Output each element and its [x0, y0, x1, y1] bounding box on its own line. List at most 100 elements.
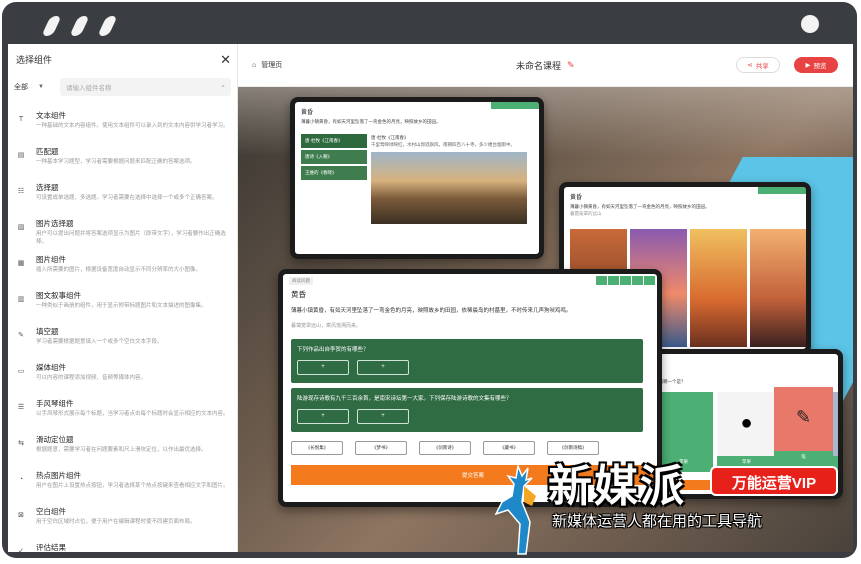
filter-row: 全部 ▼ 请输入组件名称 ⌕ — [8, 76, 237, 98]
component-toolbar — [596, 276, 655, 285]
tablet-subtext: 暮霭笼罩的远山 — [570, 211, 602, 216]
tab-item[interactable]: 王维的《春晓》 — [301, 166, 367, 180]
component-item[interactable]: ✎ 填空题 学习者需要根据题意填入一个或多个空白文本字段。 — [8, 322, 237, 358]
question-block: 陆游现存诗歌有九千三百余首，是南宋诗坛第一大家。下列保存陆游诗歌的文集有哪些？ … — [291, 388, 643, 432]
component-title: 手风琴组件 — [36, 399, 74, 408]
component-icon: ▥ — [17, 296, 25, 303]
component-text: 空白组件用于空白区域时占位，便于用户在编辑课程时使不同建页面布局。 — [36, 506, 231, 534]
component-desc: 用户在图片上设置热点按钮，学习者选择某个热点按键来查看相应文字和图片。 — [36, 483, 229, 489]
question-text: 陆游现存诗歌有九千三百余首，是南宋诗坛第一大家。下列保存陆游诗歌的文集有哪些？ — [297, 396, 512, 402]
blank-slot[interactable]: + — [357, 409, 409, 424]
component-item[interactable]: ⊠ 空白组件 用于空白区域时占位，便于用户在编辑课程时使不同建页面布局。 — [8, 502, 237, 538]
component-desc: 用于空白区域时占位，便于用户在编辑课程时使不同建页面布局。 — [36, 519, 196, 525]
component-text: 评估结果学习者完成所有评估后，系统会给出评估结果。 — [36, 542, 231, 552]
component-title: 图片组件 — [36, 255, 66, 264]
landscape-image — [371, 152, 527, 224]
panel-title: 选择组件 — [16, 54, 53, 65]
close-icon[interactable]: ✕ — [220, 53, 231, 66]
component-icon: ✓ — [18, 548, 24, 552]
search-placeholder: 请输入组件名称 — [66, 85, 112, 92]
component-item[interactable]: T 文本组件 一种基础的文本内容组件。使用文本组件可以录入到的文本内容供学习者学习。 — [8, 106, 237, 142]
tab-content-title: 唐·杜牧《江南春》 — [371, 135, 409, 140]
watermark-subtitle: 新媒体运营人都在用的工具导航 — [552, 512, 763, 530]
blank-slot[interactable]: + — [297, 409, 349, 424]
move-icon[interactable] — [608, 276, 619, 285]
gallery-image[interactable] — [690, 229, 747, 347]
gallery-image[interactable] — [750, 229, 806, 347]
component-desc: 可以内容的课程添加视频、音频等媒体内容。 — [36, 375, 147, 381]
search-icon: ⌕ — [221, 83, 225, 90]
edit-icon[interactable] — [632, 276, 643, 285]
component-title: 空白组件 — [36, 507, 66, 516]
chevron-down-icon: ▼ — [38, 84, 44, 90]
component-icon: ▭ — [17, 368, 25, 375]
component-icon: ⇆ — [18, 440, 24, 447]
component-text: 填空题 学习者需要根据题意填入一个或多个空白文本字段。 — [36, 326, 231, 354]
share-label: 共享 — [755, 63, 769, 70]
preview-button[interactable]: ▶ 预览 — [794, 57, 838, 73]
component-item[interactable]: ⇆ 滑动定位题 根据题意，需要学习者在问题要素和尺上滑块定位，以作出最优选择。 — [8, 430, 237, 466]
delete-icon[interactable] — [644, 276, 655, 285]
blank-slot[interactable]: + — [297, 360, 349, 375]
tab-list: 唐·杜牧《江南春》 唐诗《入朝》 王维的《春晓》 — [301, 134, 367, 182]
tab-item[interactable]: 唐诗《入朝》 — [301, 150, 367, 164]
category-select[interactable]: 全部 ▼ — [14, 82, 54, 92]
tablet-subtext: 暮蔼笼罩远山，乘风落溯而来。 — [291, 323, 362, 329]
option-chip[interactable]: 《长恨集》 — [291, 441, 343, 455]
tablet-screen: 黄昏 薄暮小镇黄昏，有如天河里坠落了一弯金色的月亮，映照故乡的田园。 唐·杜牧《… — [295, 102, 539, 254]
component-icon: ☰ — [17, 404, 25, 411]
component-item[interactable]: ▧ 图片选择题 用户可以提出问题并将答案选项显示为图片（即带文字），学习者要作出正确… — [8, 214, 237, 250]
component-text: 选择题 可设置成单选题、多选题。学习者需要在选择中选择一个或多个正确答案。 — [36, 182, 231, 210]
component-desc: 可设置成单选题、多选题。学习者需要在选择中选择一个或多个正确答案。 — [36, 195, 218, 201]
share-button[interactable]: ⋖ 共享 — [736, 57, 780, 73]
edit-icon[interactable]: ✎ — [567, 60, 575, 71]
home-link[interactable]: ⌂ 管理页 — [252, 60, 282, 70]
tablet-title: 黄昏 — [291, 290, 306, 299]
question-text: 下列哪一个是？ — [654, 379, 686, 384]
pencil-card[interactable]: ✎ 笔 — [774, 387, 833, 467]
component-panel: 选择组件 ✕ 全部 ▼ 请输入组件名称 ⌕ T 文本组件 一种基础的文本内容组件。使… — [8, 44, 238, 552]
question-text: 下列作品出自李贺的有哪些？ — [297, 347, 369, 353]
tab-item[interactable]: 唐·杜牧《江南春》 — [301, 134, 367, 148]
component-item[interactable]: ☷ 选择题 可设置成单选题、多选题。学习者需要在选择中选择一个或多个正确答案。 — [8, 178, 237, 214]
component-item[interactable]: ▤ 匹配题一种基本学习题型，学习者需要根据问题来匹配正确的答案选项。 — [8, 142, 237, 178]
answer-card[interactable]: ● 苹果 — [717, 392, 776, 472]
course-title[interactable]: 未命名课程 ✎ — [516, 59, 575, 72]
option-chip[interactable]: 《梦书》 — [355, 441, 407, 455]
component-title: 匹配题 — [36, 147, 59, 156]
component-desc: 一种基础的文本内容组件。使用文本组件可以录入到的文本内容供学习者学习。 — [36, 123, 229, 129]
component-text: 滑动定位题 根据题意，需要学习者在问题要素和尺上滑块定位，以作出最优选择。 — [36, 434, 231, 462]
camera-icon — [801, 15, 819, 33]
component-icon: T — [18, 115, 24, 123]
component-item[interactable]: ▭ 媒体组件 可以内容的课程添加视频、音频等媒体内容。 — [8, 358, 237, 394]
settings-icon[interactable] — [620, 276, 631, 285]
blank-slot[interactable]: + — [357, 360, 409, 375]
option-chip[interactable]: 《藏书》 — [483, 441, 535, 455]
component-title: 滑动定位题 — [36, 435, 74, 444]
decoration-dot — [69, 16, 90, 36]
component-title: 热点图片组件 — [36, 471, 81, 480]
toolbar-strip — [491, 102, 539, 109]
tablet-body: 薄暮小镇黄昏，有如天河里坠落了一弯金色的月亮，映照故乡的田园。 — [570, 204, 710, 209]
decoration-dot — [97, 16, 118, 36]
component-desc: 插入所需要的图片，根据设备宽度自动显示不同分辨率的大小图像。 — [36, 267, 202, 273]
component-item[interactable]: ◔ 热点图片组件 用户在图片上设置热点按钮，学习者选择某个热点按键来查看相应文字和图… — [8, 466, 237, 502]
component-item[interactable]: ▥ 图文叙事组件一种类似于画册的组件，用于显示附带标题图片和文本描述的图像集。 — [8, 286, 237, 322]
search-input[interactable]: 请输入组件名称 ⌕ — [60, 78, 231, 96]
component-text: 文本组件 一种基础的文本内容组件。使用文本组件可以录入到的文本内容供学习者学习。 — [36, 110, 231, 138]
option-chip[interactable]: 《剑南诗》 — [419, 441, 471, 455]
component-desc: 一种基本学习题型，学习者需要根据问题来匹配正确的答案选项。 — [36, 159, 196, 165]
component-icon: ▤ — [17, 152, 25, 159]
component-desc: 用户可以提出问题并将答案选项显示为图片（即带文字），学习者要作出正确选择。 — [36, 231, 226, 245]
component-item[interactable]: ▦ 图片组件 插入所需要的图片，根据设备宽度自动显示不同分辨率的大小图像。 — [8, 250, 237, 286]
card-label: 笔 — [774, 451, 833, 467]
component-title: 图文叙事组件 — [36, 291, 81, 300]
home-icon: ⌂ — [252, 61, 257, 69]
component-item[interactable]: ☰ 手风琴组件 以手风琴形式展示每个标题，当学习者点击每个标题时会显示相应的文本内容… — [8, 394, 237, 430]
component-title: 填空题 — [36, 327, 59, 336]
tablet-body: 薄暮小镇黄昏，有如天河里坠落了一弯金色的月亮，映照故乡的田园。 — [301, 119, 441, 124]
copy-icon[interactable] — [596, 276, 607, 285]
component-desc: 一种类似于画册的组件，用于显示附带标题图片和文本描述的图像集。 — [36, 303, 207, 309]
component-item[interactable]: ✓ 评估结果学习者完成所有评估后，系统会给出评估结果。 — [8, 538, 237, 552]
share-icon: ⋖ — [747, 62, 753, 69]
